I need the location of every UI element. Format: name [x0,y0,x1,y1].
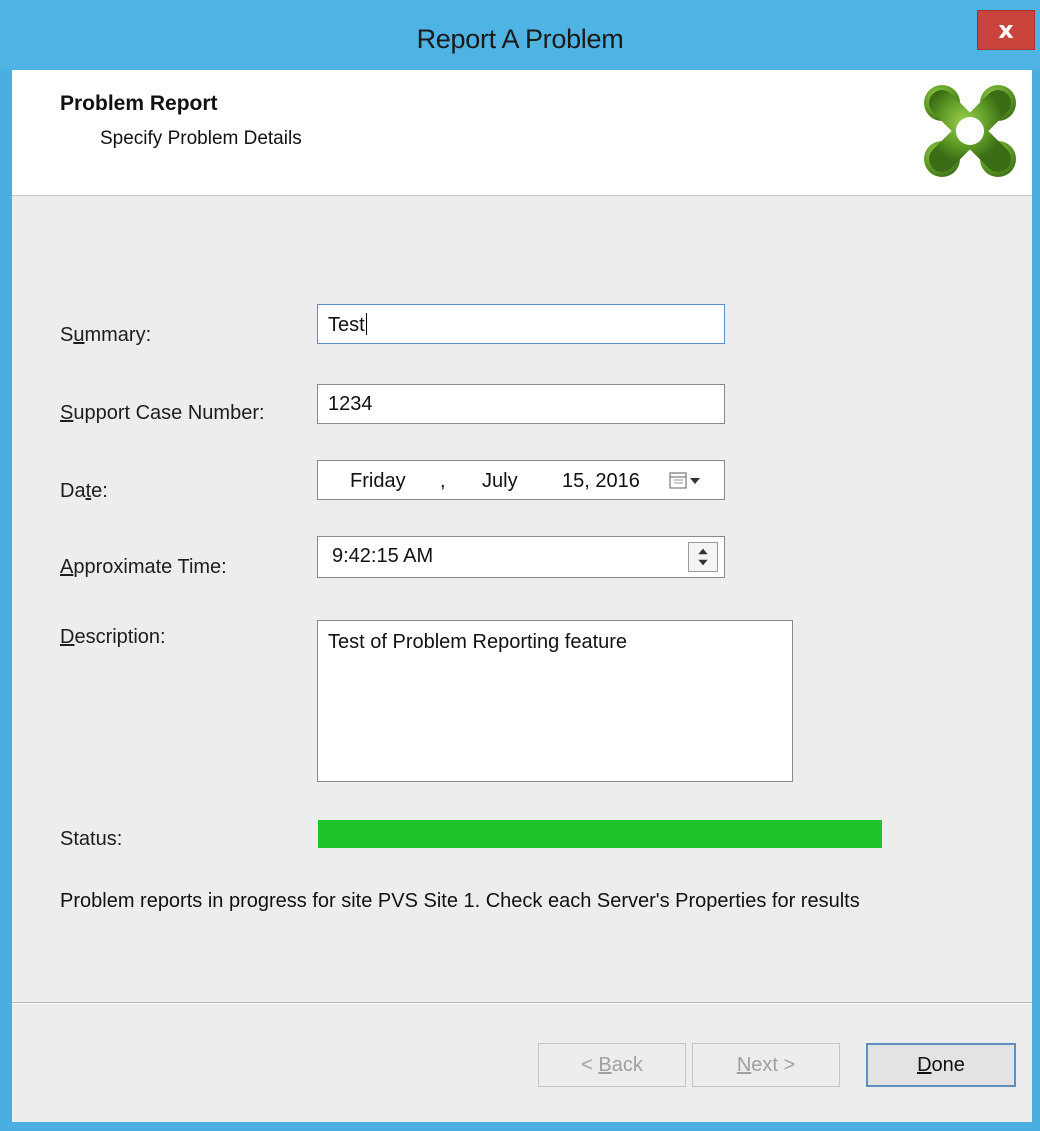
description-value: Test of Problem Reporting feature [328,631,628,653]
window-title: Report A Problem [416,24,624,54]
status-label: Status: [60,828,123,850]
support-case-field[interactable]: 1234 [317,384,725,424]
summary-label: Summary: [60,324,152,346]
status-progress-bar [318,820,882,848]
date-weekday[interactable]: Friday [350,470,406,493]
date-day-year[interactable]: 15, 2016 [562,470,640,493]
dialog-body: Problem Report Specify Problem Details S… [12,70,1032,1122]
citrix-logo-icon [924,85,1016,177]
description-textarea[interactable]: Test of Problem Reporting feature [317,620,793,782]
time-label: Approximate Time: [60,556,227,578]
status-message: Problem reports in progress for site PVS… [60,890,860,912]
time-value: 9:42:15 AM [332,545,434,567]
done-button[interactable]: Done [866,1043,1016,1087]
date-label: Date: [60,480,108,502]
title-bar[interactable]: Report A Problem x [0,0,1040,70]
support-case-value: 1234 [328,393,373,415]
summary-value: Test [328,313,367,336]
footer-separator [12,1002,1032,1004]
next-button[interactable]: Next > [692,1043,840,1087]
date-comma: , [440,470,446,492]
header-title: Problem Report [60,92,218,115]
dialog-window: Report A Problem x Problem Report Specif… [0,0,1040,1131]
back-button[interactable]: < Back [538,1043,686,1087]
date-picker[interactable]: Friday , July 15, 2016 [317,460,725,500]
time-field[interactable]: 9:42:15 AM [317,536,725,578]
summary-field[interactable]: Test [317,304,725,344]
wizard-header: Problem Report Specify Problem Details [12,70,1032,196]
calendar-dropdown-icon[interactable] [668,469,704,493]
spinner-updown-icon[interactable] [688,542,718,572]
close-icon: x [998,16,1014,44]
date-month[interactable]: July [482,470,518,493]
support-case-label: Support Case Number: [60,402,265,424]
description-label: Description: [60,626,166,648]
header-subtitle: Specify Problem Details [100,128,302,149]
close-button[interactable]: x [977,10,1035,50]
